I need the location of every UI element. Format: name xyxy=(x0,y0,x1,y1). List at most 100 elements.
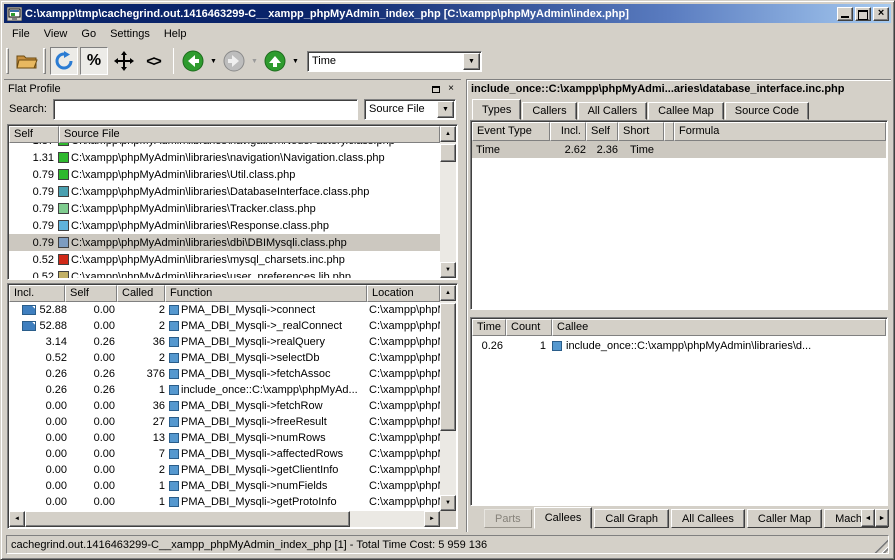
tab-source-code[interactable]: Source Code xyxy=(725,102,809,120)
menu-item-go[interactable]: Go xyxy=(74,26,103,42)
column-header-function[interactable]: Function xyxy=(165,285,367,302)
tab-all-callees[interactable]: All Callees xyxy=(671,509,745,528)
column-header-callee[interactable]: Callee xyxy=(552,319,886,336)
tab-all-callers[interactable]: All Callers xyxy=(578,102,648,120)
column-header-self[interactable]: Self xyxy=(586,122,618,141)
relative-cost-button[interactable]: <> xyxy=(140,47,168,75)
column-header-called[interactable]: Called xyxy=(117,285,165,302)
tab-callees[interactable]: Callees xyxy=(534,507,593,529)
event-type-combobox[interactable]: Time ▼ xyxy=(307,51,482,72)
table-row[interactable]: 0.000.001PMA_DBI_Mysqli->getProtoInfoC:\… xyxy=(9,494,440,510)
toolbar-grip[interactable] xyxy=(43,48,46,74)
reload-button[interactable] xyxy=(50,47,78,75)
tab-types[interactable]: Types xyxy=(472,99,521,120)
close-button[interactable]: × xyxy=(873,7,889,21)
chevron-down-icon[interactable]: ▼ xyxy=(437,101,454,118)
up-dropdown-caret[interactable]: ▼ xyxy=(290,47,301,75)
column-header-spacer[interactable] xyxy=(664,122,674,141)
dock-float-button[interactable] xyxy=(430,83,442,95)
column-header-source-file[interactable]: Source File xyxy=(59,126,440,143)
function-cell: PMA_DBI_Mysqli->numRows xyxy=(169,432,369,444)
dock-title-bar[interactable]: Flat Profile × xyxy=(5,81,460,96)
table-row[interactable]: 0.000.0027PMA_DBI_Mysqli->freeResultC:\x… xyxy=(9,414,440,430)
file-list-vscrollbar[interactable]: ▲ ▼ xyxy=(440,126,456,278)
forward-button[interactable] xyxy=(220,47,248,75)
list-item[interactable]: 0.52C:\xampp\phpMyAdmin\libraries\mysql_… xyxy=(9,251,440,268)
tab-callers[interactable]: Callers xyxy=(522,102,576,120)
scrollbar-thumb[interactable] xyxy=(25,511,350,527)
event-type-row[interactable]: Time 2.62 2.36 Time xyxy=(472,141,886,158)
toolbar-grip[interactable] xyxy=(6,48,9,74)
table-row[interactable]: 0.000.007PMA_DBI_Mysqli->affectedRowsC:\… xyxy=(9,446,440,462)
column-header-event-type[interactable]: Event Type xyxy=(472,122,550,141)
expand-cost-button[interactable] xyxy=(110,47,138,75)
percent-icon: % xyxy=(87,52,101,70)
location-value: C:\xampp\phpMy xyxy=(369,496,440,508)
table-row[interactable]: 52.880.002PMA_DBI_Mysqli->connectC:\xamp… xyxy=(9,302,440,318)
self-value: 0.26 xyxy=(73,384,123,396)
function-icon xyxy=(169,417,179,427)
callee-row[interactable]: 0.26 1 include_once::C:\xampp\phpMyAdmin… xyxy=(472,337,886,354)
up-button[interactable] xyxy=(261,47,289,75)
list-item[interactable]: 0.79C:\xampp\phpMyAdmin\libraries\Util.c… xyxy=(9,166,440,183)
column-header-short[interactable]: Short xyxy=(618,122,664,141)
tab-scroll-left-icon[interactable]: ◄ xyxy=(861,509,875,527)
table-row[interactable]: 0.520.002PMA_DBI_Mysqli->selectDbC:\xamp… xyxy=(9,350,440,366)
scroll-left-icon[interactable]: ◄ xyxy=(9,511,25,527)
column-header-self[interactable]: Self xyxy=(9,126,59,143)
forward-dropdown-caret[interactable]: ▼ xyxy=(249,47,260,75)
list-item[interactable]: 1.31C:\xampp\phpMyAdmin\libraries\naviga… xyxy=(9,149,440,166)
list-item[interactable]: 0.79C:\xampp\phpMyAdmin\libraries\Databa… xyxy=(9,183,440,200)
list-item[interactable]: 0.79C:\xampp\phpMyAdmin\libraries\Tracke… xyxy=(9,200,440,217)
table-row[interactable]: 0.000.001PMA_DBI_Mysqli->numFieldsC:\xam… xyxy=(9,478,440,494)
group-by-combobox[interactable]: Source File ▼ xyxy=(364,99,456,120)
column-header-count[interactable]: Count xyxy=(506,319,552,336)
tab-scroll-right-icon[interactable]: ► xyxy=(875,509,889,527)
list-item[interactable]: 0.79C:\xampp\phpMyAdmin\libraries\Respon… xyxy=(9,217,440,234)
scroll-right-icon[interactable]: ► xyxy=(424,511,440,527)
menu-item-help[interactable]: Help xyxy=(157,26,194,42)
table-row[interactable]: 0.260.261include_once::C:\xampp\phpMyAd.… xyxy=(9,382,440,398)
open-file-button[interactable] xyxy=(13,47,41,75)
scroll-up-icon[interactable]: ▲ xyxy=(440,285,456,301)
tab-callee-map[interactable]: Callee Map xyxy=(648,102,724,120)
table-row[interactable]: 3.140.2636PMA_DBI_Mysqli->realQueryC:\xa… xyxy=(9,334,440,350)
scroll-down-icon[interactable]: ▼ xyxy=(440,495,456,511)
function-icon xyxy=(552,341,562,351)
table-row[interactable]: 0.260.26376PMA_DBI_Mysqli->fetchAssocC:\… xyxy=(9,366,440,382)
scrollbar-thumb[interactable] xyxy=(440,303,456,431)
back-dropdown-caret[interactable]: ▼ xyxy=(208,47,219,75)
column-header-formula[interactable]: Formula xyxy=(674,122,886,141)
column-header-incl[interactable]: Incl. xyxy=(9,285,65,302)
scroll-down-icon[interactable]: ▼ xyxy=(440,262,456,278)
column-header-incl[interactable]: Incl. xyxy=(550,122,586,141)
list-item[interactable]: 0.79C:\xampp\phpMyAdmin\libraries\dbi\DB… xyxy=(9,234,440,251)
application-window: C:\xampp\tmp\cachegrind.out.1416463299-C… xyxy=(0,0,895,560)
column-header-time[interactable]: Time xyxy=(472,319,506,336)
function-vscrollbar[interactable]: ▲ ▼ xyxy=(440,285,456,511)
table-row[interactable]: 0.000.0036PMA_DBI_Mysqli->fetchRowC:\xam… xyxy=(9,398,440,414)
dock-close-button[interactable]: × xyxy=(445,83,457,95)
tab-call-graph[interactable]: Call Graph xyxy=(594,509,669,528)
scroll-up-icon[interactable]: ▲ xyxy=(440,126,456,142)
scrollbar-thumb[interactable] xyxy=(440,144,456,162)
table-row[interactable]: 0.000.002PMA_DBI_Mysqli->getClientInfoC:… xyxy=(9,462,440,478)
menu-item-settings[interactable]: Settings xyxy=(103,26,157,42)
maximize-button[interactable] xyxy=(855,7,871,21)
tab-caller-map[interactable]: Caller Map xyxy=(747,509,822,528)
percent-toggle-button[interactable]: % xyxy=(80,47,108,75)
title-bar[interactable]: C:\xampp\tmp\cachegrind.out.1416463299-C… xyxy=(4,4,891,23)
menu-item-view[interactable]: View xyxy=(37,26,75,42)
table-row[interactable]: 52.880.002PMA_DBI_Mysqli->_realConnectC:… xyxy=(9,318,440,334)
minimize-button[interactable] xyxy=(837,7,853,21)
table-row[interactable]: 0.000.0013PMA_DBI_Mysqli->numRowsC:\xamp… xyxy=(9,430,440,446)
back-button[interactable] xyxy=(179,47,207,75)
function-hscrollbar[interactable]: ◄ ► xyxy=(9,511,440,527)
menu-item-file[interactable]: File xyxy=(5,26,37,42)
self-value: 0.00 xyxy=(73,304,123,316)
column-header-location[interactable]: Location xyxy=(367,285,440,302)
search-input[interactable] xyxy=(53,99,358,120)
chevron-down-icon[interactable]: ▼ xyxy=(463,53,480,70)
column-header-self[interactable]: Self xyxy=(65,285,117,302)
list-item[interactable]: 0.52C:\xampp\phpMyAdmin\libraries\user_p… xyxy=(9,268,440,278)
